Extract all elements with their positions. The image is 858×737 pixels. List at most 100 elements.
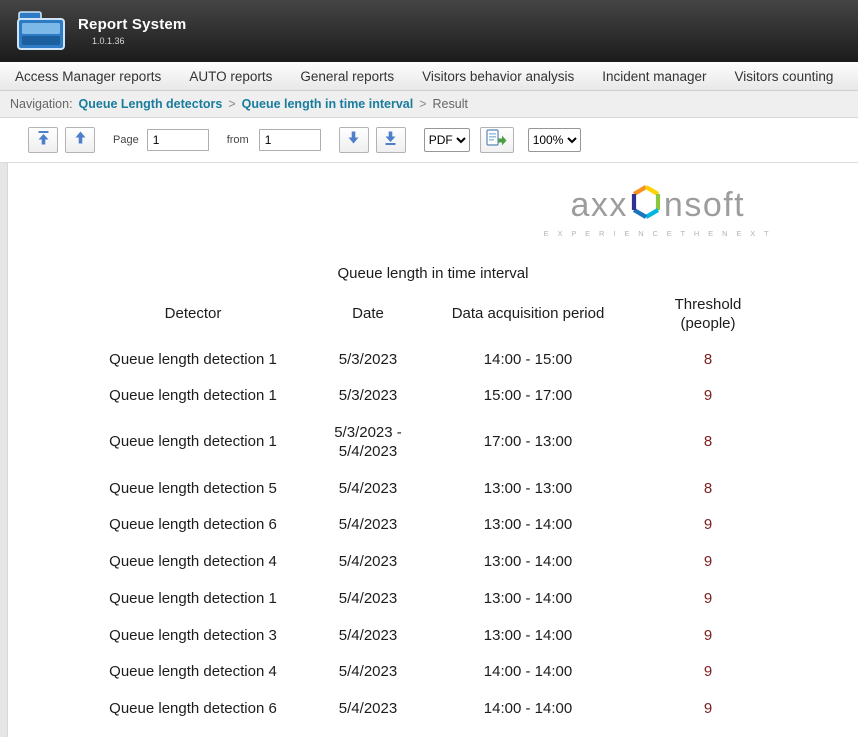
table-row: Queue length detection 65/4/202313:00 - … [63, 507, 773, 544]
cell-threshold: 8 [643, 342, 773, 379]
cell-threshold: 9 [643, 654, 773, 691]
cell-detector: Queue length detection 1 [63, 728, 323, 737]
axxon-hexagon-o-icon [631, 185, 661, 224]
column-header-data-acquisition-period: Data acquisition period [413, 292, 643, 342]
table-row: Queue length detection 55/4/202313:00 - … [63, 471, 773, 508]
app-header: Report System 1.0.1.36 [0, 0, 858, 62]
cell-detector: Queue length detection 1 [63, 581, 323, 618]
table-header-row: Detector Date Data acquisition period Th… [63, 292, 773, 342]
table-row: Queue length detection 35/4/202313:00 - … [63, 618, 773, 655]
table-row: Queue length detection 15/3/202314:00 - … [63, 342, 773, 379]
cell-date: 5/3/2023 [323, 342, 413, 379]
cell-period: 13:00 - 14:00 [413, 618, 643, 655]
table-row: Queue length detection 15/4/202313:00 - … [63, 581, 773, 618]
zoom-select[interactable]: 100% [528, 128, 581, 152]
cell-detector: Queue length detection 3 [63, 618, 323, 655]
cell-detector: Queue length detection 5 [63, 471, 323, 508]
app-title: Report System [78, 16, 186, 33]
report-system-logo-icon [14, 8, 68, 54]
breadcrumb-separator: > [228, 97, 235, 111]
cell-detector: Queue length detection 4 [63, 544, 323, 581]
page-number-input[interactable] [147, 129, 209, 151]
next-page-button[interactable] [339, 127, 369, 153]
table-row: Queue length detection 15/4/202314:00 - … [63, 728, 773, 737]
table-row: Queue length detection 45/4/202313:00 - … [63, 544, 773, 581]
cell-threshold: 9 [643, 581, 773, 618]
tab-visitors-behavior-analysis[interactable]: Visitors behavior analysis [422, 69, 574, 84]
cell-date: 5/4/2023 [323, 544, 413, 581]
axxonsoft-logo: axx nsoft E X P E R I E N C E T H E N E … [544, 185, 772, 238]
cell-threshold: 9 [643, 507, 773, 544]
reports-menu-bar: Access Manager reports AUTO reports Gene… [0, 62, 858, 91]
page-label: Page [113, 134, 139, 146]
table-row: Queue length detection 15/3/2023 - 5/4/2… [63, 415, 773, 471]
logo-text-axx: axx [571, 188, 628, 222]
tab-incident-manager[interactable]: Incident manager [602, 69, 706, 84]
cell-date: 5/4/2023 [323, 618, 413, 655]
export-report-icon [486, 129, 507, 151]
logo-tagline: E X P E R I E N C E T H E N E X T [544, 229, 772, 238]
breadcrumb-link-queue-length-in-time-interval[interactable]: Queue length in time interval [242, 97, 414, 111]
cell-date: 5/4/2023 [323, 691, 413, 728]
cell-period: 14:00 - 15:00 [413, 342, 643, 379]
cell-date: 5/3/2023 [323, 378, 413, 415]
report-page: axx nsoft E X P E R I E N C E T H E N E … [8, 163, 858, 737]
export-format-select[interactable]: PDF [424, 128, 470, 152]
cell-period: 14:00 - 14:00 [413, 691, 643, 728]
cell-period: 13:00 - 14:00 [413, 581, 643, 618]
app-title-block: Report System 1.0.1.36 [78, 16, 186, 46]
breadcrumb-link-queue-length-detectors[interactable]: Queue Length detectors [79, 97, 223, 111]
cell-date: 5/4/2023 [323, 728, 413, 737]
cell-date: 5/4/2023 [323, 507, 413, 544]
cell-date: 5/4/2023 [323, 654, 413, 691]
cell-date: 5/4/2023 [323, 581, 413, 618]
arrow-down-icon [348, 131, 359, 149]
cell-threshold: 9 [643, 544, 773, 581]
table-row: Queue length detection 15/3/202315:00 - … [63, 378, 773, 415]
cell-period: 17:00 - 13:00 [413, 415, 643, 471]
breadcrumb-separator: > [419, 97, 426, 111]
cell-detector: Queue length detection 1 [63, 415, 323, 471]
breadcrumb-current: Result [433, 97, 468, 111]
cell-threshold: 9 [643, 728, 773, 737]
first-page-button[interactable] [28, 127, 58, 153]
cell-threshold: 8 [643, 471, 773, 508]
from-label: from [227, 134, 249, 146]
cell-detector: Queue length detection 4 [63, 654, 323, 691]
cell-threshold: 8 [643, 415, 773, 471]
table-row: Queue length detection 65/4/202314:00 - … [63, 691, 773, 728]
content-area: axx nsoft E X P E R I E N C E T H E N E … [0, 163, 858, 737]
report-title: Queue length in time interval [8, 265, 858, 282]
cell-threshold: 9 [643, 618, 773, 655]
table-row: Queue length detection 45/4/202314:00 - … [63, 654, 773, 691]
tab-access-manager-reports[interactable]: Access Manager reports [15, 69, 161, 84]
cell-period: 13:00 - 14:00 [413, 544, 643, 581]
report-table-body: Queue length detection 15/3/202314:00 - … [63, 342, 773, 737]
export-button[interactable] [480, 127, 514, 153]
cell-detector: Queue length detection 6 [63, 691, 323, 728]
report-table: Detector Date Data acquisition period Th… [63, 292, 773, 737]
cell-date: 5/3/2023 - 5/4/2023 [323, 415, 413, 471]
tab-general-reports[interactable]: General reports [300, 69, 394, 84]
cell-detector: Queue length detection 1 [63, 342, 323, 379]
page-total-input[interactable] [259, 129, 321, 151]
last-page-button[interactable] [376, 127, 406, 153]
cell-detector: Queue length detection 1 [63, 378, 323, 415]
breadcrumb-prefix: Navigation: [10, 97, 73, 111]
report-toolbar: Page from PDF 100% [0, 118, 858, 163]
cell-period: 15:00 - 17:00 [413, 378, 643, 415]
cell-date: 5/4/2023 [323, 471, 413, 508]
cell-threshold: 9 [643, 378, 773, 415]
arrow-down-to-bar-icon [385, 131, 396, 150]
tab-auto-reports[interactable]: AUTO reports [189, 69, 272, 84]
left-gutter [0, 163, 8, 737]
previous-page-button[interactable] [65, 127, 95, 153]
column-header-detector: Detector [63, 292, 323, 342]
app-version: 1.0.1.36 [92, 36, 186, 46]
cell-threshold: 9 [643, 691, 773, 728]
logo-text-nsoft: nsoft [664, 188, 745, 222]
cell-period: 14:00 - 14:00 [413, 728, 643, 737]
column-header-date: Date [323, 292, 413, 342]
tab-visitors-counting[interactable]: Visitors counting [735, 69, 834, 84]
arrow-up-icon [75, 131, 86, 149]
